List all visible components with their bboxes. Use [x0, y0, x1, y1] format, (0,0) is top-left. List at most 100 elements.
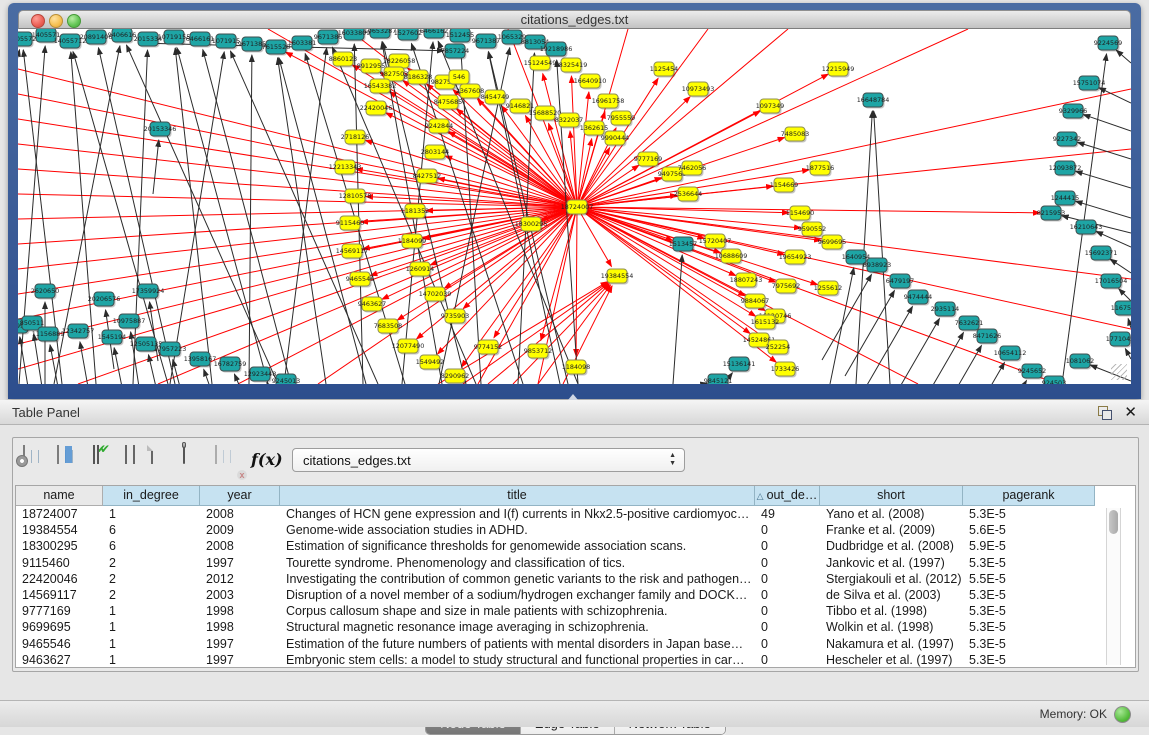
graph-node-label: 9735903 — [441, 312, 469, 320]
graph-node-label: 15720407 — [699, 237, 732, 245]
citation-edge-black[interactable] — [148, 355, 156, 384]
citation-edge-black[interactable] — [932, 346, 981, 384]
table-cell: 1 — [103, 619, 200, 635]
table-cell: 0 — [755, 522, 820, 538]
table-selector[interactable]: citations_edges.txt ▲▼ — [292, 448, 685, 472]
citation-edge-black[interactable] — [114, 348, 122, 384]
canvas-resize-grip[interactable] — [1111, 364, 1127, 380]
graph-node-label: 10975887 — [113, 317, 146, 325]
table-cell: 5.5E-5 — [963, 571, 1095, 587]
graph-node-label: 20206576 — [88, 295, 121, 303]
citation-edge-black[interactable] — [1116, 50, 1131, 63]
select-rows-button[interactable] — [91, 446, 119, 476]
graph-node-label: 15692371 — [1085, 249, 1118, 257]
graph-node-label: 1125454 — [650, 65, 678, 73]
table-row[interactable]: 1872400712008Changes of HCN gene express… — [16, 506, 1135, 522]
graph-node-label: 6479197 — [886, 277, 914, 285]
citation-edge-black[interactable] — [1083, 115, 1131, 131]
function-builder-button[interactable]: f(x) — [251, 450, 279, 480]
graph-node-label: 2935114 — [931, 305, 959, 313]
citation-edge-black[interactable] — [1062, 54, 1107, 384]
citation-edge-black[interactable] — [153, 140, 159, 194]
table-cell: 1 — [103, 506, 200, 522]
citation-edge-black[interactable] — [249, 55, 252, 384]
graph-node-label: 1071915 — [212, 37, 240, 45]
table-row[interactable]: 969969511998Structural magnetic resonanc… — [16, 619, 1135, 635]
citation-edge-red[interactable] — [577, 89, 1131, 207]
table-settings-button[interactable] — [23, 446, 51, 476]
citation-edge-black[interactable] — [977, 381, 1026, 384]
new-table-button[interactable] — [151, 446, 179, 476]
graph-node-label: 7615528 — [262, 43, 290, 51]
column-header-short[interactable]: short — [820, 486, 963, 506]
table-cell: 6 — [103, 522, 200, 538]
citation-edge-red[interactable] — [577, 92, 589, 207]
column-header-title[interactable]: title — [280, 486, 755, 506]
citation-edge-black[interactable] — [170, 52, 224, 384]
node-table[interactable]: namein_degreeyeartitle△out_de…shortpager… — [15, 485, 1136, 668]
table-row[interactable]: 946554611997Estimation of the future num… — [16, 636, 1135, 652]
close-panel-icon[interactable]: ✕ — [1124, 403, 1137, 421]
citation-edge-black[interactable] — [1076, 201, 1131, 218]
table-cell: Wolkin et al. (1998) — [820, 619, 963, 635]
graph-node-label: 2620650 — [31, 287, 59, 295]
citation-edge-red[interactable] — [576, 207, 577, 356]
citation-edge-black[interactable] — [890, 319, 939, 384]
vertical-scrollbar[interactable] — [1106, 508, 1121, 665]
citation-edge-red[interactable] — [386, 113, 577, 207]
memory-ok-icon[interactable] — [1114, 706, 1131, 723]
citation-edge-black[interactable] — [1076, 171, 1131, 188]
network-window-titlebar[interactable]: citations_edges.txt — [18, 10, 1131, 29]
citation-edge-black[interactable] — [234, 374, 240, 384]
citation-edge-black[interactable] — [955, 363, 1004, 384]
column-header-year[interactable]: year — [200, 486, 280, 506]
network-svg: 9405572140557114055712208914069406616201… — [18, 29, 1131, 384]
table-cell: 0 — [755, 636, 820, 652]
column-header-name[interactable]: name — [16, 486, 103, 506]
graph-node-label: 8322037 — [555, 116, 583, 124]
citation-edge-black[interactable] — [1096, 231, 1131, 247]
select-columns-button[interactable] — [57, 446, 85, 476]
citation-edge-red[interactable] — [18, 194, 577, 207]
table-cell: 9115460 — [16, 555, 103, 571]
graph-node-label: 9463627 — [358, 300, 386, 308]
table-row[interactable]: 946362711997Embryonic stem cells: a mode… — [16, 652, 1135, 668]
citation-edge-black[interactable] — [1125, 349, 1131, 359]
delete-table-button[interactable] — [183, 446, 211, 476]
citation-edge-black[interactable] — [177, 48, 268, 384]
table-row[interactable]: 977716911998Corpus callosum shape and si… — [16, 603, 1135, 619]
table-cell: 9777169 — [16, 603, 103, 619]
table-row[interactable]: 911546021997Tourette syndrome. Phenomeno… — [16, 555, 1135, 571]
network-canvas[interactable]: 9405572140557114055712208914069406616201… — [18, 29, 1131, 384]
graph-node-label: 16648784 — [857, 96, 890, 104]
table-row[interactable]: 1938455462009Genome-wide association stu… — [16, 522, 1135, 538]
column-header-pagerank[interactable]: pagerank — [963, 486, 1095, 506]
scrollbar-thumb[interactable] — [1109, 510, 1118, 534]
citation-edge-black[interactable] — [1110, 259, 1131, 273]
citation-edge-black[interactable] — [1119, 289, 1131, 301]
fx-icon: f(x) — [251, 450, 283, 469]
graph-node-label: 1640954 — [842, 253, 870, 261]
column-header-out_de[interactable]: △out_de… — [755, 486, 820, 506]
citation-edge-black[interactable] — [1077, 142, 1131, 159]
graph-node-label: 17359924 — [132, 287, 165, 295]
row-height-button[interactable] — [119, 446, 147, 476]
citation-edge-black[interactable] — [80, 342, 88, 384]
table-cell: Estimation of significance thresholds fo… — [280, 538, 755, 554]
citation-edge-red[interactable] — [577, 29, 708, 207]
citation-edge-black[interactable] — [1128, 319, 1131, 328]
citation-edge-black[interactable] — [50, 345, 58, 384]
graph-node-label: 18807243 — [730, 276, 763, 284]
citation-edge-black[interactable] — [126, 45, 278, 384]
column-header-in_degree[interactable]: in_degree — [103, 486, 200, 506]
graph-node-label: 1771045 — [1106, 335, 1131, 343]
citation-edge-black[interactable] — [204, 369, 210, 384]
graph-node-label: 7485083 — [781, 130, 809, 138]
table-row[interactable]: 1830029562008Estimation of significance … — [16, 538, 1135, 554]
citation-edge-black[interactable] — [284, 48, 327, 384]
table-row[interactable]: 1456911722003Disruption of a novel membe… — [16, 587, 1135, 603]
table-panel-title: Table Panel — [12, 405, 80, 420]
float-panel-icon[interactable] — [1098, 406, 1111, 419]
table-row[interactable]: 2242004622012Investigating the contribut… — [16, 571, 1135, 587]
table-body: 1872400712008Changes of HCN gene express… — [16, 506, 1135, 668]
